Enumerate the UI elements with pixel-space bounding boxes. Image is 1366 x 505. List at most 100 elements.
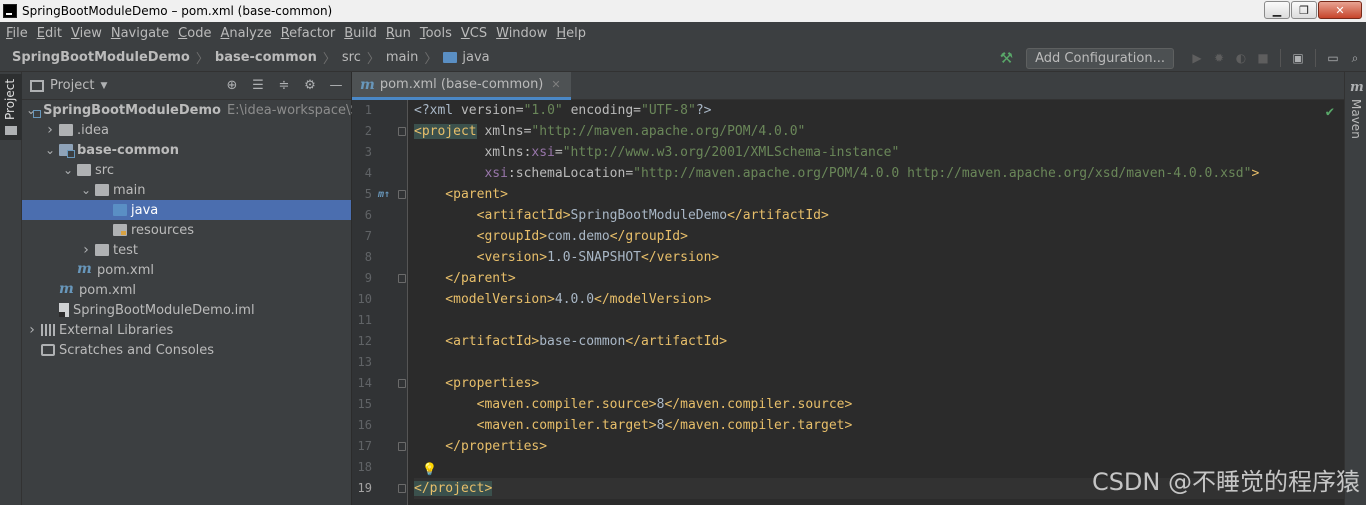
code-line[interactable]: <artifactId>base-common</artifactId> xyxy=(414,331,1344,352)
gutter-line[interactable]: 19 xyxy=(352,478,408,499)
maven-icon[interactable]: m xyxy=(1350,80,1364,95)
menu-file[interactable]: File xyxy=(6,26,28,41)
code-line[interactable]: <maven.compiler.target>8</maven.compiler… xyxy=(414,415,1344,436)
project-tool-window-button[interactable]: Project xyxy=(0,74,22,140)
gutter-line[interactable]: 1 xyxy=(352,100,408,121)
gutter-line[interactable]: 10 xyxy=(352,289,408,310)
breadcrumb-module[interactable]: base-common xyxy=(215,50,317,65)
project-view-selector[interactable]: Project xyxy=(50,78,94,93)
gutter-line[interactable]: 2 xyxy=(352,121,408,142)
locate-file-icon[interactable]: ⊕ xyxy=(223,77,241,95)
project-structure-icon[interactable]: ▣ xyxy=(1292,52,1304,64)
tree-item[interactable]: ⌄ main xyxy=(22,180,351,200)
gutter-line[interactable]: 14 xyxy=(352,373,408,394)
menu-analyze[interactable]: Analyze xyxy=(220,26,271,41)
breadcrumb-main[interactable]: main xyxy=(386,50,418,65)
chevron-down-icon[interactable]: ⌄ xyxy=(44,144,56,156)
tree-item[interactable]: ⌄ src xyxy=(22,160,351,180)
code-line[interactable]: xmlns:xsi="http://www.w3.org/2001/XMLSch… xyxy=(414,142,1344,163)
window-title-bar[interactable]: SpringBootModuleDemo – pom.xml (base-com… xyxy=(0,0,1366,22)
close-button[interactable]: ✕ xyxy=(1318,1,1362,19)
gutter-line[interactable]: 15 xyxy=(352,394,408,415)
tree-item[interactable]: › test xyxy=(22,240,351,260)
gutter-line[interactable]: 6 xyxy=(352,205,408,226)
gear-icon[interactable]: ⚙ xyxy=(301,77,319,95)
gutter-line[interactable]: 5 m↑ xyxy=(352,184,408,205)
fold-marker-icon[interactable] xyxy=(398,442,406,451)
lightbulb-icon[interactable]: 💡 xyxy=(422,459,437,480)
tree-item[interactable]: ⌄ SpringBootModuleDemo E:\idea-workspace\S… xyxy=(22,100,367,120)
tree-item[interactable]: › .idea xyxy=(22,120,351,140)
tree-item[interactable]: ⌄ base-common xyxy=(22,140,351,160)
menu-help[interactable]: Help xyxy=(556,26,586,41)
breadcrumb-src[interactable]: src xyxy=(342,50,361,65)
debug-icon[interactable]: ✹ xyxy=(1213,52,1225,64)
editor-gutter[interactable]: 1 2 3 4 5 m↑ 6 7 8 9 10 11 12 13 14 15 16 17 18 19 xyxy=(352,100,408,505)
collapse-all-icon[interactable]: ≑ xyxy=(275,77,293,95)
maven-parent-gutter-icon[interactable]: m↑ xyxy=(378,184,390,205)
tree-item[interactable]: m pom.xml xyxy=(22,260,351,280)
breadcrumb-project[interactable]: SpringBootModuleDemo xyxy=(12,50,190,65)
hide-panel-icon[interactable]: — xyxy=(327,77,345,95)
chevron-right-icon[interactable]: › xyxy=(44,122,56,138)
code-line[interactable]: <properties> xyxy=(414,373,1344,394)
breadcrumb-java[interactable]: java xyxy=(462,50,489,65)
coverage-icon[interactable]: ◐ xyxy=(1235,52,1247,64)
presentation-mode-icon[interactable]: ▭ xyxy=(1327,52,1339,64)
fold-marker-icon[interactable] xyxy=(398,484,406,493)
tree-item[interactable]: Scratches and Consoles xyxy=(22,340,351,360)
menu-vcs[interactable]: VCS xyxy=(461,26,487,41)
code-line[interactable]: <?xml version="1.0" encoding="UTF-8"?> xyxy=(414,100,1344,121)
menu-code[interactable]: Code xyxy=(178,26,211,41)
chevron-down-icon[interactable]: ⌄ xyxy=(62,164,74,176)
code-line[interactable]: <project xmlns="http://maven.apache.org/… xyxy=(414,121,1344,142)
gutter-line[interactable]: 9 xyxy=(352,268,408,289)
gutter-line[interactable]: 11 xyxy=(352,310,408,331)
run-icon[interactable]: ▶ xyxy=(1191,52,1203,64)
gutter-line[interactable]: 16 xyxy=(352,415,408,436)
tree-item[interactable]: SpringBootModuleDemo.iml xyxy=(22,300,351,320)
code-line[interactable]: </parent> xyxy=(414,268,1344,289)
code-line[interactable]: <groupId>com.demo</groupId> xyxy=(414,226,1344,247)
maven-tool-window-button[interactable]: Maven xyxy=(1349,99,1363,139)
code-editor[interactable]: 1 2 3 4 5 m↑ 6 7 8 9 10 11 12 13 14 15 16 17 18 19 <?xml ve… xyxy=(352,100,1344,505)
code-line[interactable]: </properties> xyxy=(414,436,1344,457)
menu-run[interactable]: Run xyxy=(386,26,411,41)
search-everywhere-icon[interactable]: ⌕ xyxy=(1349,52,1361,64)
editor-tab-pom[interactable]: m pom.xml (base-common) ✕ xyxy=(352,72,571,100)
gutter-line[interactable]: 18 xyxy=(352,457,408,478)
gutter-line[interactable]: 17 xyxy=(352,436,408,457)
menu-edit[interactable]: Edit xyxy=(37,26,62,41)
fold-marker-icon[interactable] xyxy=(398,127,406,136)
menu-window[interactable]: Window xyxy=(496,26,547,41)
code-line[interactable]: <artifactId>SpringBootModuleDemo</artifa… xyxy=(414,205,1344,226)
menu-build[interactable]: Build xyxy=(344,26,377,41)
code-line[interactable]: <parent> xyxy=(414,184,1344,205)
chevron-right-icon[interactable]: › xyxy=(26,322,38,338)
menu-tools[interactable]: Tools xyxy=(420,26,452,41)
fold-marker-icon[interactable] xyxy=(398,274,406,283)
code-line[interactable]: <version>1.0-SNAPSHOT</version> xyxy=(414,247,1344,268)
chevron-down-icon[interactable]: ⌄ xyxy=(80,184,92,196)
expand-all-icon[interactable]: ☰ xyxy=(249,77,267,95)
menu-navigate[interactable]: Navigate xyxy=(111,26,169,41)
close-tab-icon[interactable]: ✕ xyxy=(551,78,560,91)
code-line[interactable]: <maven.compiler.source>8</maven.compiler… xyxy=(414,394,1344,415)
chevron-right-icon[interactable]: › xyxy=(80,242,92,258)
gutter-line[interactable]: 7 xyxy=(352,226,408,247)
chevron-down-icon[interactable]: ▼ xyxy=(100,81,107,91)
menu-refactor[interactable]: Refactor xyxy=(281,26,336,41)
tree-item[interactable]: m pom.xml xyxy=(22,280,351,300)
add-configuration-button[interactable]: Add Configuration... xyxy=(1026,47,1174,69)
minimize-button[interactable]: ▁ xyxy=(1264,1,1290,19)
inspection-ok-check-icon[interactable]: ✔ xyxy=(1326,104,1334,120)
build-hammer-icon[interactable]: ⚒ xyxy=(1000,49,1013,67)
code-line[interactable] xyxy=(414,352,1344,373)
fold-marker-icon[interactable] xyxy=(398,190,406,199)
gutter-line[interactable]: 12 xyxy=(352,331,408,352)
code-line[interactable] xyxy=(414,310,1344,331)
code-line[interactable]: xsi:schemaLocation="http://maven.apache.… xyxy=(414,163,1344,184)
tree-item[interactable]: java xyxy=(22,200,351,220)
gutter-line[interactable]: 4 xyxy=(352,163,408,184)
maximize-button[interactable]: ❐ xyxy=(1291,1,1317,19)
